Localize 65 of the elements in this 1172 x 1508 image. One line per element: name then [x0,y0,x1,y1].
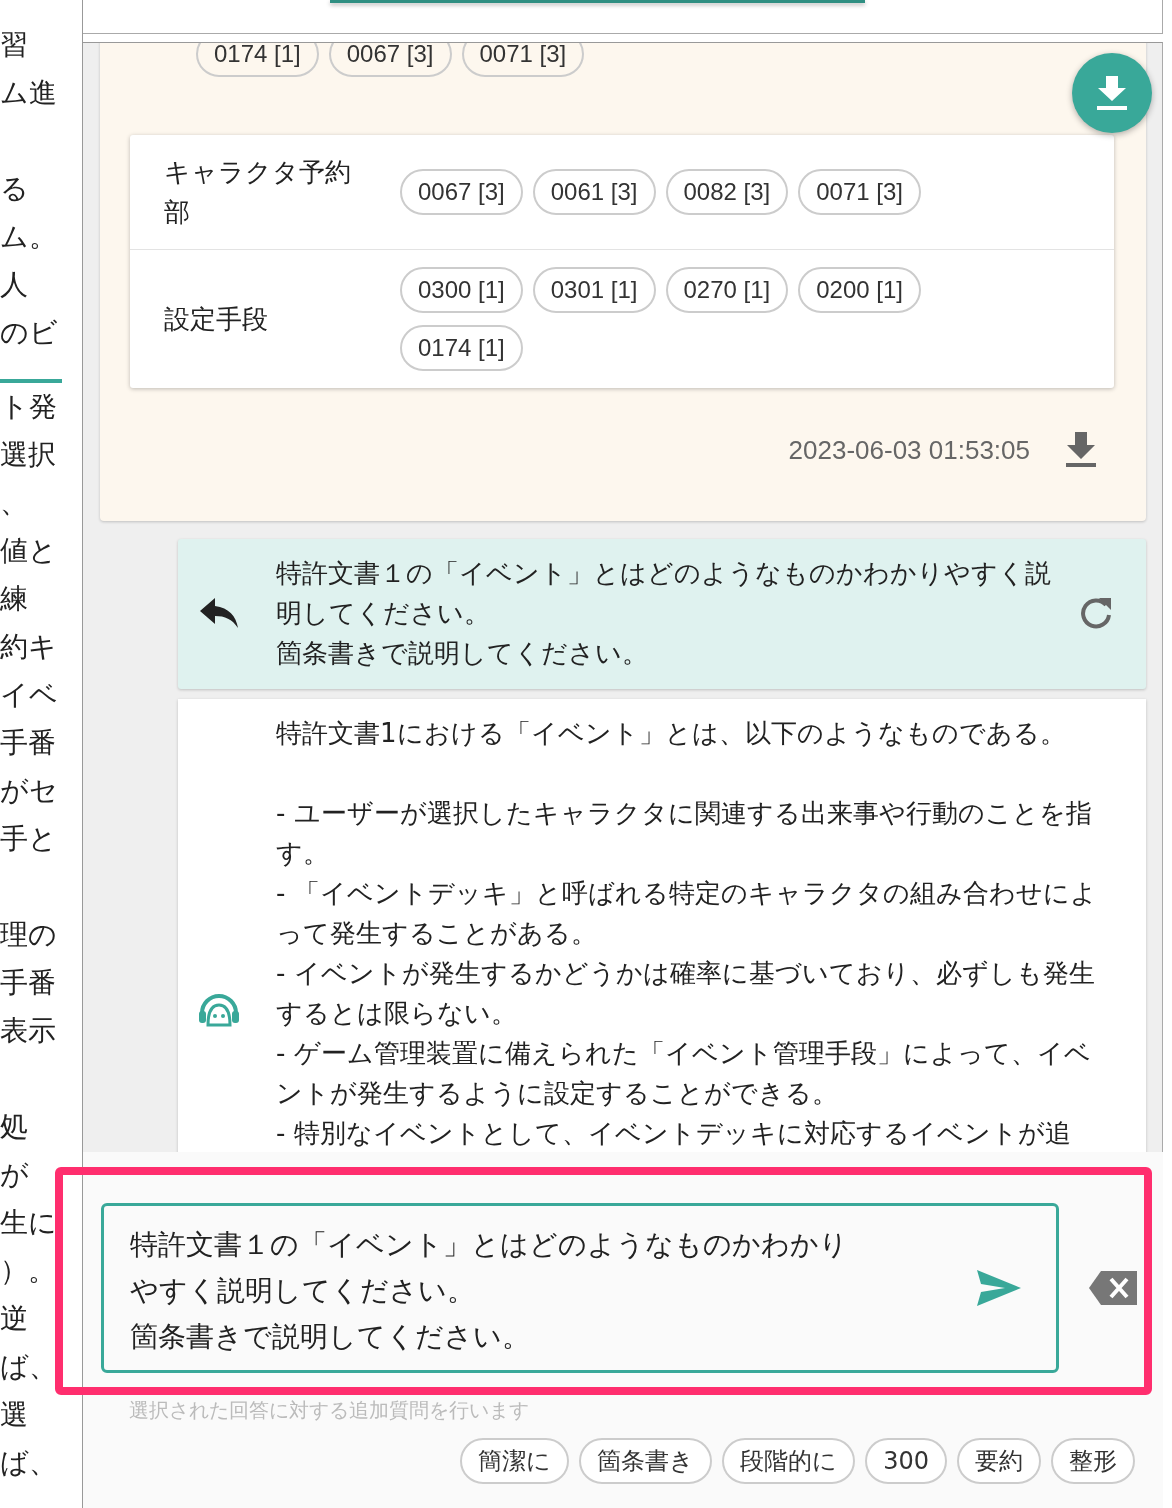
answer-bullet: - ユーザーが選択したキャラクタに関連する出来事や行動のことを指す。 [276,797,1093,870]
clear-icon[interactable] [1089,1271,1137,1305]
answer-bullet: - 特別なイベントとして、イベントデッキに対応するイベントが追 [276,1117,1072,1150]
tag-chip[interactable]: 0300 [1] [400,267,523,313]
timestamp: 2023-06-03 01:53:05 [788,434,1030,466]
tag-chip[interactable]: 0067 [3] [328,43,452,77]
tag-chip[interactable]: 0071 [3] [461,43,585,77]
quick-prompt-chip[interactable]: 整形 [1051,1438,1135,1484]
text-line: ）。 [0,1253,57,1289]
text-line: ム。 [0,219,58,255]
tag-chip[interactable]: 0174 [1] [196,43,319,77]
tag-chip[interactable]: 0270 [1] [665,267,789,313]
text-line: る [0,171,30,207]
text-line: 値と [0,533,58,569]
tag-chip[interactable]: 0200 [1] [798,267,921,313]
text-line: 手と [0,821,58,857]
text-line: イベ [0,677,59,713]
tag-chip[interactable]: 0067 [3] [400,169,523,215]
assistant-icon [198,991,240,1029]
tag-chip[interactable]: 0071 [3] [798,169,921,215]
text-line: 表示 [0,1013,57,1049]
question-text: 箇条書きで説明してください。 [276,637,649,670]
tag-chip[interactable]: 0301 [1] [532,267,656,313]
refresh-icon[interactable] [1079,596,1113,630]
tag-chip[interactable]: 0082 [3] [665,169,789,215]
quick-prompt-chip[interactable]: 300 [865,1438,947,1484]
text-line: 習 [0,27,29,63]
quick-prompt-chip[interactable]: 要約 [957,1438,1041,1484]
text-line: がセ [0,773,59,809]
text-line: 選 [0,1397,29,1433]
answer-bullet: - 「イベントデッキ」と呼ばれる特定のキャラクタの組み合わせによって発生することがある。 [276,877,1098,950]
send-icon[interactable] [977,1270,1021,1306]
text-line: ば、 [0,1445,58,1481]
answer-bullet: - イベントが発生するかどうかは確率に基づいており、必ずしも発生するとは限らない。 [276,957,1096,1030]
question-text: 特許文書１の「イベント」とはどのようなものかわかりやすく説明してください。 [276,557,1052,630]
text-line: 理の [0,917,58,953]
tag-chip[interactable]: 0174 [1] [400,325,523,371]
quick-prompt-chip[interactable]: 簡潔に [460,1438,570,1484]
text-line: 選択 [0,437,57,473]
download-icon [1097,76,1127,110]
text-line: 逆 [0,1301,29,1337]
text-line: 、 [0,485,29,521]
tag-chip[interactable]: 0061 [3] [532,169,656,215]
row-label: キャラクタ予約部 [164,156,352,229]
text-line: のビ [0,315,59,351]
download-icon[interactable] [1066,432,1096,468]
text-line: ば、 [0,1349,58,1385]
text-line: 生に [0,1205,58,1241]
text-line: 人 [0,267,29,303]
text-line: 練 [0,581,29,617]
text-line: 処 [0,1109,29,1145]
text-line: ト発 [0,389,58,425]
text-line: 約キ [0,629,58,665]
text-line: ム進 [0,75,58,111]
text-line: 手番 [0,725,57,761]
reply-icon[interactable] [200,598,238,628]
question-field[interactable]: 特許文書１の「イベント」とはどのようなものかわかりやすく説明してください。 箇条書きで説明してください。 [101,1203,1059,1373]
text-line: 手番 [0,965,57,1001]
text-line: が [0,1157,30,1193]
answer-text: 特許文書1における「イベント」とは、以下のようなものである。 [276,717,1067,750]
quick-prompt-chip[interactable]: 段階的に [722,1438,856,1484]
answer-bullet: - ゲーム管理装置に備えられた「イベント管理手段」によって、イベントが発生するように設定することができる。 [276,1037,1092,1110]
hint-text: 選択された回答に対する追加質問を行います [129,1397,530,1424]
quick-prompt-chip[interactable]: 箇条書き [579,1438,713,1484]
row-label: 設定手段 [164,303,269,336]
